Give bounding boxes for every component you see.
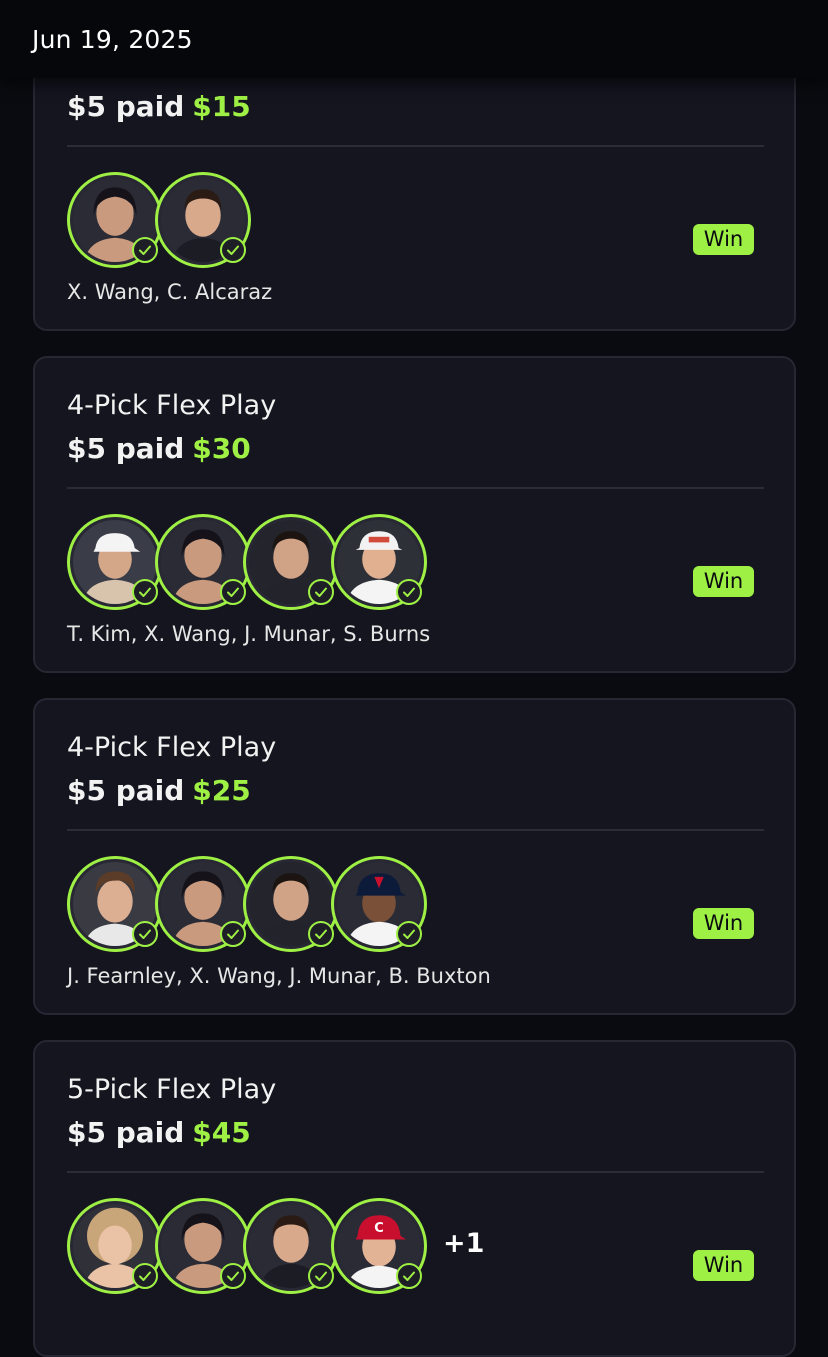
paid-amount: $5 paid [67, 432, 185, 465]
player-avatar[interactable] [155, 856, 251, 952]
date-header: Jun 19, 2025 [0, 0, 828, 78]
player-avatar[interactable] [155, 1198, 251, 1294]
payout-row: $5 paid $30 [67, 432, 251, 465]
paid-amount: $5 paid [67, 90, 185, 123]
check-icon [132, 921, 158, 947]
payout-amount: $15 [192, 90, 251, 123]
divider [67, 829, 764, 831]
player-avatar[interactable] [155, 514, 251, 610]
divider [67, 1171, 764, 1173]
player-avatar[interactable] [243, 514, 339, 610]
payout-amount: $45 [192, 1116, 251, 1149]
check-icon [132, 237, 158, 263]
win-badge: Win [693, 566, 754, 597]
player-avatar[interactable] [67, 172, 163, 268]
check-icon [308, 579, 334, 605]
player-avatar[interactable] [67, 1198, 163, 1294]
payout-amount: $25 [192, 774, 251, 807]
divider [67, 145, 764, 147]
date-label: Jun 19, 2025 [32, 25, 193, 54]
player-names: J. Fearnley, X. Wang, J. Munar, B. Buxto… [67, 964, 491, 988]
entry-card[interactable]: 4-Pick Flex Play $5 paid $25 J. Fearnley… [33, 698, 796, 1015]
payout-amount: $30 [192, 432, 251, 465]
player-avatar[interactable] [67, 514, 163, 610]
player-names: T. Kim, X. Wang, J. Munar, S. Burns [67, 622, 431, 646]
check-icon [132, 1263, 158, 1289]
check-icon [396, 921, 422, 947]
player-avatar[interactable] [243, 1198, 339, 1294]
payout-row: $5 paid $25 [67, 774, 251, 807]
check-icon [220, 579, 246, 605]
check-icon [396, 1263, 422, 1289]
entry-card[interactable]: 5-Pick Flex Play $5 paid $45 C +1 Win [33, 1040, 796, 1357]
entry-card[interactable]: 4-Pick Flex Play $5 paid $30 T. Kim, X. … [33, 356, 796, 673]
more-players-count: +1 [443, 1228, 485, 1259]
player-avatar[interactable]: C [331, 1198, 427, 1294]
entry-title: 4-Pick Flex Play [67, 732, 277, 763]
player-avatar[interactable] [155, 172, 251, 268]
check-icon [220, 237, 246, 263]
player-avatar[interactable] [67, 856, 163, 952]
win-badge: Win [693, 1250, 754, 1281]
check-icon [308, 921, 334, 947]
entry-title: 5-Pick Flex Play [67, 1074, 277, 1105]
win-badge: Win [693, 908, 754, 939]
paid-amount: $5 paid [67, 774, 185, 807]
divider [67, 487, 764, 489]
svg-text:C: C [374, 1221, 384, 1236]
player-avatar[interactable] [243, 856, 339, 952]
payout-row: $5 paid $45 [67, 1116, 251, 1149]
check-icon [396, 579, 422, 605]
check-icon [220, 921, 246, 947]
payout-row: $5 paid $15 [67, 90, 251, 123]
entry-title: 4-Pick Flex Play [67, 390, 277, 421]
player-avatar[interactable] [331, 514, 427, 610]
paid-amount: $5 paid [67, 1116, 185, 1149]
check-icon [220, 1263, 246, 1289]
player-names: X. Wang, C. Alcaraz [67, 280, 273, 304]
player-avatar[interactable] [331, 856, 427, 952]
check-icon [132, 579, 158, 605]
check-icon [308, 1263, 334, 1289]
win-badge: Win [693, 224, 754, 255]
